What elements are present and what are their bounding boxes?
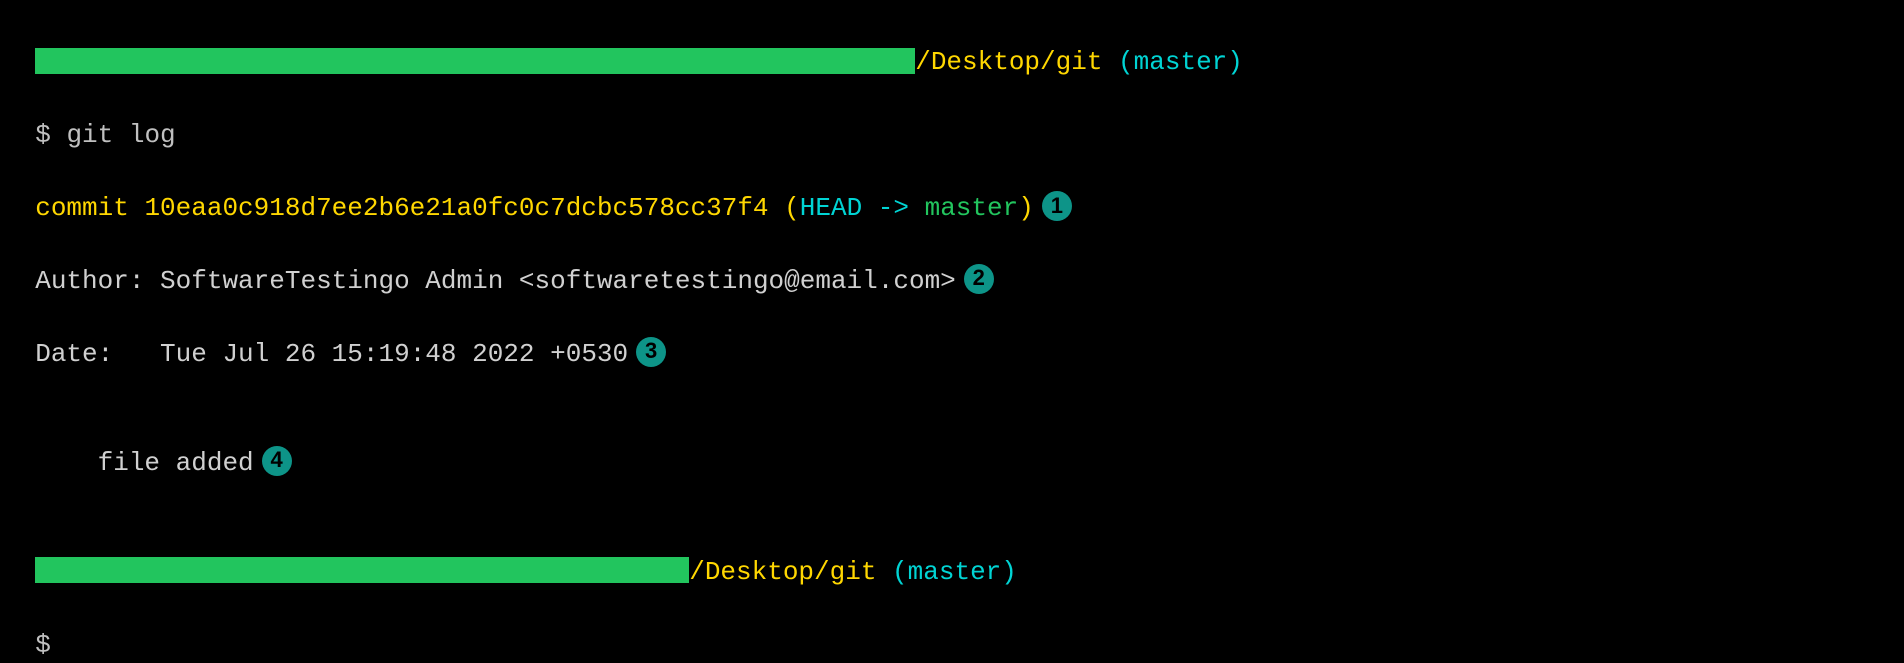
branch-close: ) (1001, 557, 1017, 587)
prompt-line-2: /Desktop/git (master) (4, 517, 1900, 590)
command-text: git log (66, 120, 175, 150)
ref-close: ) (1018, 193, 1034, 223)
prompt-line-3[interactable]: $ (4, 590, 1900, 663)
branch-close: ) (1227, 47, 1243, 77)
date-line: Date: Tue Jul 26 15:19:48 2022 +0530 3 (4, 299, 1900, 372)
head-ref: HEAD -> (800, 193, 925, 223)
prompt-symbol: $ (35, 630, 51, 660)
path-text: /Desktop/git (915, 47, 1102, 77)
commit-hash: 10eaa0c918d7ee2b6e21a0fc0c7dcbc578cc37f4 (144, 193, 768, 223)
annotation-badge-4: 4 (262, 446, 292, 476)
prompt-line-1: /Desktop/git (master) (4, 8, 1900, 81)
annotation-badge-1: 1 (1042, 191, 1072, 221)
author-value: SoftwareTestingo Admin <softwaretestingo… (160, 266, 956, 296)
path-text: /Desktop/git (689, 557, 876, 587)
commit-message-line: file added 4 (4, 408, 1900, 481)
commit-message: file added (35, 448, 253, 478)
author-line: Author: SoftwareTestingo Admin <software… (4, 226, 1900, 299)
commit-prefix: commit (35, 193, 144, 223)
blank-line-1 (4, 372, 1900, 408)
branch-name: master (908, 557, 1002, 587)
blank-line-2 (4, 481, 1900, 517)
date-label: Date: (35, 339, 160, 369)
date-value: Tue Jul 26 15:19:48 2022 +0530 (160, 339, 628, 369)
redaction-bar (35, 557, 689, 583)
branch-open: ( (1102, 47, 1133, 77)
prompt-symbol: $ (35, 120, 66, 150)
annotation-badge-2: 2 (964, 264, 994, 294)
ref-open: ( (769, 193, 800, 223)
command-line[interactable]: $ git log (4, 81, 1900, 154)
annotation-badge-3: 3 (636, 337, 666, 367)
branch-open: ( (876, 557, 907, 587)
branch-name: master (1134, 47, 1228, 77)
redaction-bar (35, 48, 915, 74)
branch-ref: master (925, 193, 1019, 223)
author-label: Author: (35, 266, 160, 296)
commit-line: commit 10eaa0c918d7ee2b6e21a0fc0c7dcbc57… (4, 154, 1900, 227)
